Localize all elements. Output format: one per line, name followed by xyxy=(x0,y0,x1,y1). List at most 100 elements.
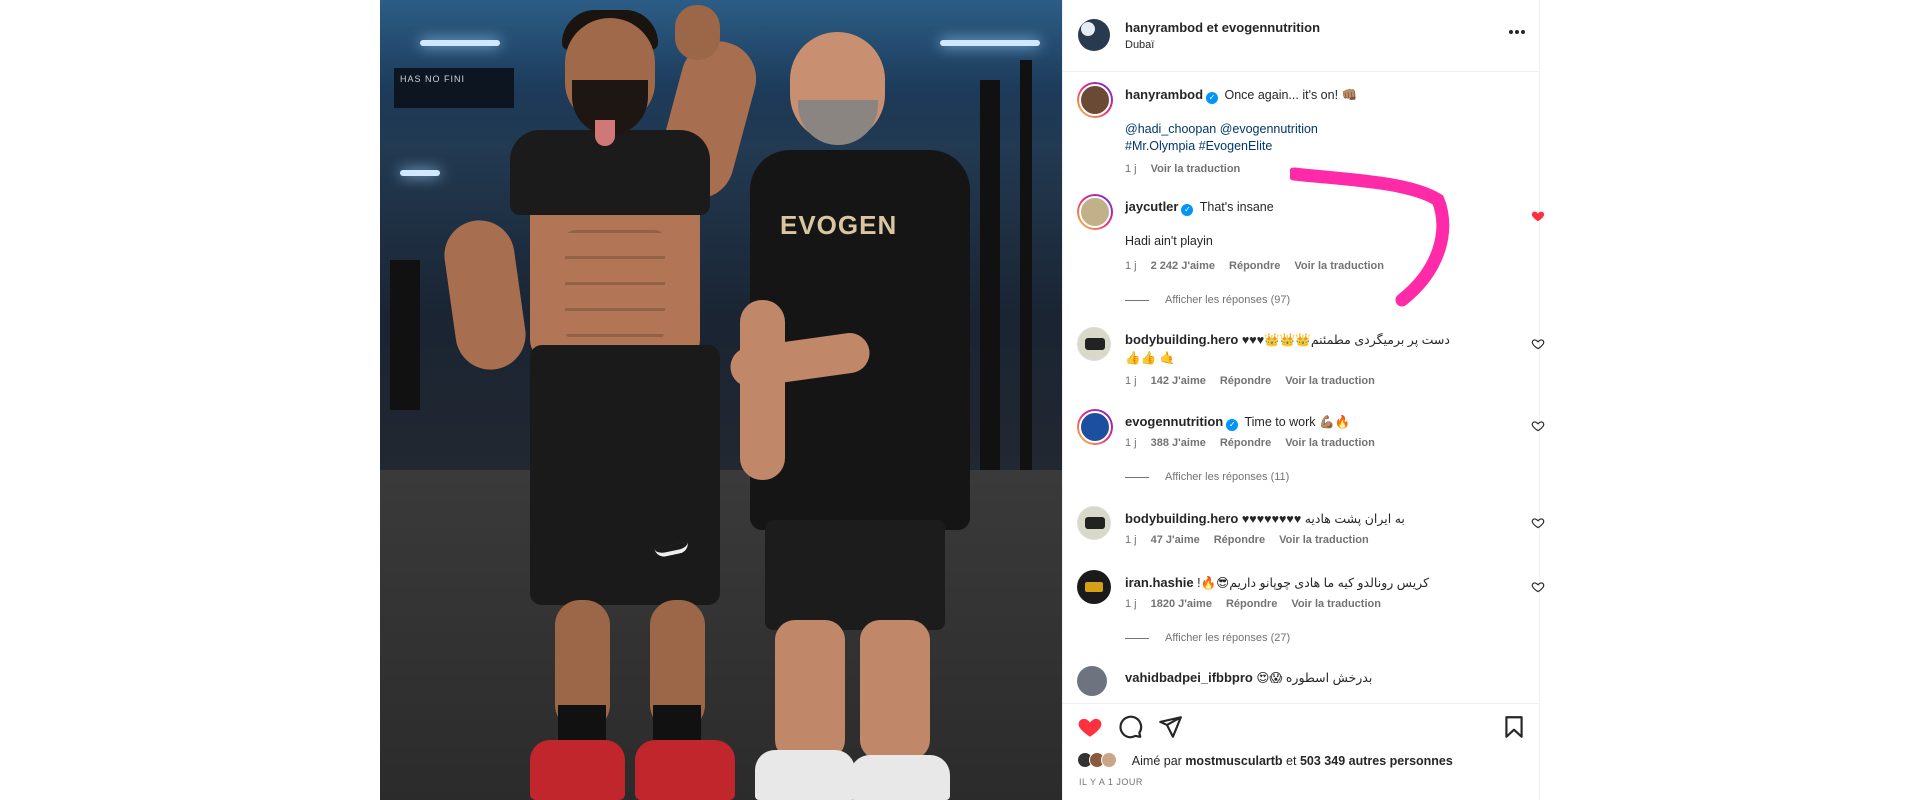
comment-likes[interactable]: 388 J'aime xyxy=(1151,437,1206,449)
liked-by-prefix: Aimé par xyxy=(1131,754,1182,768)
comment-username[interactable]: iran.hashie xyxy=(1125,575,1194,590)
comment-text: Time to work 💪🏽🔥 xyxy=(1244,415,1351,429)
comment-body: vahidbadpei_ifbbpro بدرخش اسطوره 😱😍 xyxy=(1125,669,1465,687)
bookmark-icon[interactable] xyxy=(1501,714,1527,740)
liked-by: Aimé par mostmusculartb et 503 349 autre… xyxy=(1077,752,1453,768)
heart-icon[interactable] xyxy=(1531,337,1545,351)
header-location[interactable]: Dubaï xyxy=(1125,39,1154,51)
comment-age[interactable]: 1 j xyxy=(1125,437,1137,449)
comment-username[interactable]: evogennutrition xyxy=(1125,414,1223,429)
heart-icon[interactable] xyxy=(1531,209,1545,223)
translate-link[interactable]: Voir la traduction xyxy=(1285,437,1375,449)
comment-body: bodybuilding.hero به ایران پشت هادیه ♥♥♥… xyxy=(1125,510,1465,528)
ceiling-light xyxy=(940,40,1040,46)
avatar-badge xyxy=(1081,22,1095,36)
avatar[interactable] xyxy=(1077,570,1111,604)
comment-likes[interactable]: 2 242 J'aime xyxy=(1151,260,1215,272)
verified-icon: ✓ xyxy=(1181,204,1194,216)
caption-meta: 1 j Voir la traduction xyxy=(1125,163,1240,175)
comment-body: iran.hashie کریس رونالدو کیه ما هادی چوپ… xyxy=(1125,574,1465,592)
translate-link[interactable]: Voir la traduction xyxy=(1291,598,1381,610)
comment-body: bodybuilding.hero دست پر برمیگردی مطمئنم… xyxy=(1125,331,1465,367)
comment-likes[interactable]: 1820 J'aime xyxy=(1151,598,1212,610)
post-photo[interactable]: HAS NO FINI EVOGEN xyxy=(380,0,1062,800)
reply-button[interactable]: Répondre xyxy=(1214,534,1265,546)
reply-button[interactable]: Répondre xyxy=(1220,437,1271,449)
person-shoe xyxy=(530,740,625,800)
person-sock xyxy=(653,705,701,745)
heart-icon[interactable] xyxy=(1531,419,1545,433)
comment-username[interactable]: vahidbadpei_ifbbpro xyxy=(1125,670,1253,685)
heart-icon[interactable] xyxy=(1077,714,1103,740)
more-icon[interactable] xyxy=(1509,29,1525,35)
translate-link[interactable]: Voir la traduction xyxy=(1285,375,1375,387)
liked-by-count[interactable]: 503 349 autres personnes xyxy=(1300,754,1453,768)
caption-hashtags[interactable]: #Mr.Olympia #EvogenElite xyxy=(1125,138,1318,155)
person2-leg xyxy=(860,620,930,760)
comment-age[interactable]: 1 j xyxy=(1125,534,1137,546)
liked-by-avatars[interactable] xyxy=(1077,752,1129,768)
person-fist xyxy=(675,5,720,60)
person-abs xyxy=(565,230,665,340)
comment-username[interactable]: jaycutler xyxy=(1125,199,1178,214)
person-shorts xyxy=(530,345,720,605)
liked-by-sep: et xyxy=(1286,754,1297,768)
view-replies[interactable]: Afficher les réponses (97) xyxy=(1125,294,1290,306)
comment-text-2: Hadi ain't playin xyxy=(1125,234,1213,248)
comment-text: کریس رونالدو کیه ما هادی چوپانو داریم😎🔥! xyxy=(1197,576,1430,590)
caption-username[interactable]: hanyrambod xyxy=(1125,87,1203,102)
ceiling-light xyxy=(420,40,500,46)
person2-shoe xyxy=(755,750,855,800)
comment-likes[interactable]: 142 J'aime xyxy=(1151,375,1206,387)
avatar[interactable] xyxy=(1077,506,1111,540)
translate-link[interactable]: Voir la traduction xyxy=(1279,534,1369,546)
post-header: hanyrambod et evogennutrition Dubaï xyxy=(1063,0,1539,72)
share-icon[interactable] xyxy=(1157,714,1183,740)
action-bar xyxy=(1063,703,1539,743)
person2-shorts xyxy=(765,520,945,630)
heart-icon[interactable] xyxy=(1531,580,1545,594)
caption-age[interactable]: 1 j xyxy=(1125,163,1137,175)
avatar[interactable] xyxy=(1077,666,1107,696)
avatar xyxy=(1101,752,1117,768)
translate-link[interactable]: Voir la traduction xyxy=(1151,163,1241,175)
liked-by-user[interactable]: mostmusculartb xyxy=(1185,754,1282,768)
comment: vahidbadpei_ifbbpro بدرخش اسطوره 😱😍 xyxy=(1077,666,1517,696)
comment-meta: 1 j 388 J'aime Répondre Voir la traduction xyxy=(1125,437,1375,449)
reply-button[interactable]: Répondre xyxy=(1220,375,1271,387)
caption-body: hanyrambod ✓ Once again... it's on! 👊🏽 xyxy=(1125,86,1495,104)
comment-username[interactable]: bodybuilding.hero xyxy=(1125,511,1238,526)
comment-likes[interactable]: 47 J'aime xyxy=(1151,534,1200,546)
avatar[interactable] xyxy=(1077,194,1113,230)
heart-icon[interactable] xyxy=(1531,516,1545,530)
comment-age[interactable]: 1 j xyxy=(1125,375,1137,387)
comment-icon[interactable] xyxy=(1117,714,1143,740)
avatar[interactable] xyxy=(1078,19,1110,51)
comment-text: به ایران پشت هادیه ♥♥♥♥♥♥♥♥ xyxy=(1241,512,1405,526)
caption-text: Once again... it's on! 👊🏽 xyxy=(1224,88,1358,102)
view-replies[interactable]: Afficher les réponses (27) xyxy=(1125,632,1290,644)
verified-icon: ✓ xyxy=(1206,92,1219,104)
person-sock xyxy=(558,705,606,745)
comment-age[interactable]: 1 j xyxy=(1125,598,1137,610)
gym-machine xyxy=(390,260,420,410)
avatar[interactable] xyxy=(1077,327,1111,361)
comment-meta: 1 j 47 J'aime Répondre Voir la traduction xyxy=(1125,534,1369,546)
comment-text: That's insane xyxy=(1199,200,1274,214)
avatar[interactable] xyxy=(1077,409,1113,445)
header-usernames[interactable]: hanyrambod et evogennutrition xyxy=(1125,20,1320,35)
shirt-logo: EVOGEN xyxy=(780,210,898,240)
comment-meta: 1 j 1820 J'aime Répondre Voir la traduction xyxy=(1125,598,1381,610)
reply-button[interactable]: Répondre xyxy=(1226,598,1277,610)
avatar[interactable] xyxy=(1077,82,1113,118)
post-timestamp[interactable]: IL Y A 1 JOUR xyxy=(1079,777,1143,787)
comment-username[interactable]: bodybuilding.hero xyxy=(1125,332,1238,347)
view-replies[interactable]: Afficher les réponses (11) xyxy=(1125,471,1289,483)
comment-body: evogennutrition ✓ Time to work 💪🏽🔥 xyxy=(1125,413,1495,431)
comment-age[interactable]: 1 j xyxy=(1125,260,1137,272)
caption-mentions[interactable]: @hadi_choopan @evogennutrition xyxy=(1125,121,1318,138)
annotation-stroke xyxy=(1290,167,1450,307)
person-tongue xyxy=(595,120,615,146)
reply-button[interactable]: Répondre xyxy=(1229,260,1280,272)
person2-arm xyxy=(740,300,785,480)
